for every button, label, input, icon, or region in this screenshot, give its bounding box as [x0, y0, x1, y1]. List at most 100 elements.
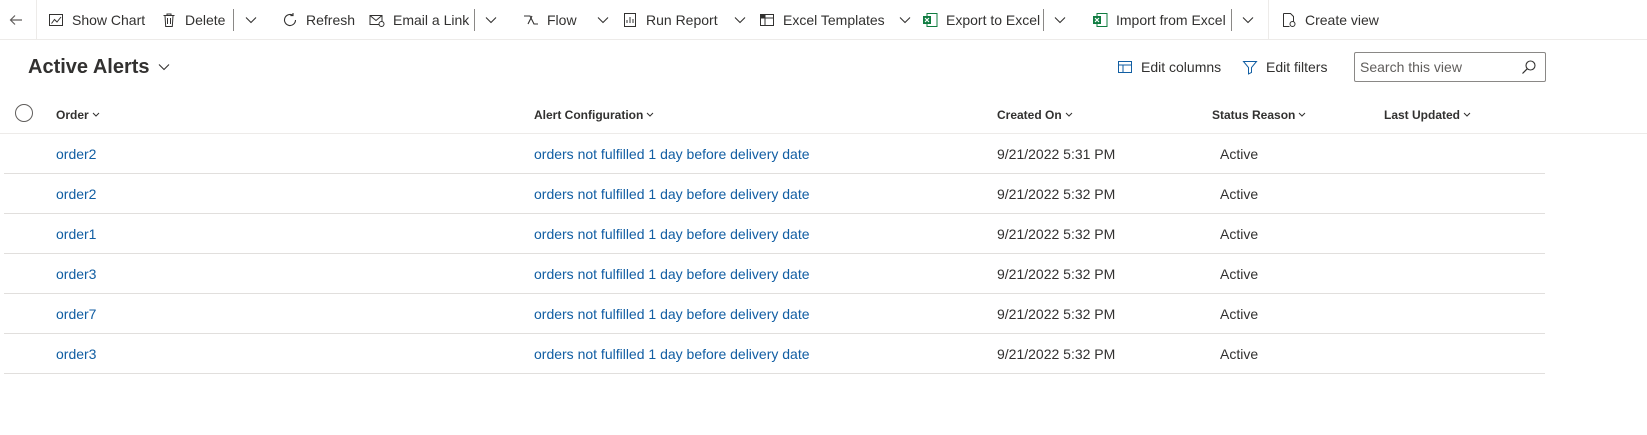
chevron-down-icon [92, 112, 100, 118]
column-header-created-on[interactable]: Created On [997, 96, 1073, 133]
view-selector[interactable]: Active Alerts [28, 54, 170, 80]
created-on-value: 9/21/2022 5:32 PM [997, 226, 1116, 242]
table-row[interactable]: order2 orders not fulfilled 1 day before… [0, 134, 1647, 174]
export-excel-button[interactable]: Export to Excel [922, 0, 1040, 40]
toolbar-divider [1268, 0, 1269, 40]
trash-icon [161, 12, 177, 28]
import-dropdown[interactable] [1240, 0, 1256, 40]
chart-icon [48, 12, 64, 28]
email-link-button[interactable]: Email a Link [369, 0, 469, 40]
email-link-label: Email a Link [393, 12, 470, 28]
created-on-value: 9/21/2022 5:32 PM [997, 266, 1116, 282]
column-label: Order [56, 107, 89, 122]
edit-columns-label: Edit columns [1141, 59, 1222, 75]
chevron-down-icon [1242, 17, 1254, 24]
created-on-value: 9/21/2022 5:32 PM [997, 306, 1116, 322]
toolbar-separator [474, 9, 475, 31]
table-row[interactable]: order1 orders not fulfilled 1 day before… [0, 214, 1647, 254]
back-button[interactable] [8, 0, 32, 40]
toolbar-separator [1043, 9, 1044, 31]
refresh-icon [282, 12, 298, 28]
chevron-down-icon [597, 16, 609, 24]
arrow-left-icon [8, 12, 24, 28]
table-row[interactable]: order3 orders not fulfilled 1 day before… [0, 334, 1647, 374]
chevron-down-icon [646, 112, 654, 118]
create-view-label: Create view [1305, 12, 1379, 28]
created-on-value: 9/21/2022 5:32 PM [997, 346, 1116, 362]
create-view-icon [1281, 12, 1297, 28]
flow-label: Flow [547, 12, 577, 28]
report-icon [622, 12, 638, 28]
column-header-last-updated[interactable]: Last Updated [1384, 96, 1471, 133]
row-divider [4, 373, 1545, 374]
grid-header: Order Alert Configuration Created On Sta… [0, 96, 1647, 134]
chevron-down-icon [158, 63, 170, 71]
excel-template-icon [759, 12, 775, 28]
column-header-alert-configuration[interactable]: Alert Configuration [534, 96, 654, 133]
search-box [1354, 52, 1546, 82]
status-reason-value: Active [1220, 146, 1259, 162]
column-header-status-reason[interactable]: Status Reason [1212, 96, 1306, 133]
alert-configuration-link[interactable]: orders not fulfilled 1 day before delive… [534, 294, 810, 334]
created-on-value: 9/21/2022 5:31 PM [997, 146, 1116, 162]
show-chart-button[interactable]: Show Chart [48, 0, 145, 40]
order-link[interactable]: order3 [56, 254, 96, 294]
import-excel-label: Import from Excel [1116, 12, 1226, 28]
show-chart-label: Show Chart [72, 12, 146, 28]
alert-configuration-link[interactable]: orders not fulfilled 1 day before delive… [534, 214, 810, 254]
chevron-down-icon [899, 16, 911, 24]
table-row[interactable]: order7 orders not fulfilled 1 day before… [0, 294, 1647, 334]
table-row[interactable]: order3 orders not fulfilled 1 day before… [0, 254, 1647, 294]
edit-columns-button[interactable]: Edit columns [1117, 56, 1221, 78]
alert-configuration-link[interactable]: orders not fulfilled 1 day before delive… [534, 254, 810, 294]
edit-filters-button[interactable]: Edit filters [1242, 56, 1327, 78]
column-label: Alert Configuration [534, 107, 644, 122]
toolbar-separator [1231, 9, 1232, 31]
filter-icon [1242, 59, 1258, 75]
toolbar-divider [36, 0, 37, 40]
refresh-label: Refresh [306, 12, 356, 28]
flow-button[interactable]: Flow [523, 0, 609, 40]
run-report-label: Run Report [646, 12, 718, 28]
toolbar-separator [233, 9, 234, 31]
create-view-button[interactable]: Create view [1281, 0, 1379, 40]
export-excel-label: Export to Excel [946, 12, 1041, 28]
more-dropdown[interactable] [243, 0, 259, 40]
order-link[interactable]: order2 [56, 174, 96, 214]
status-reason-value: Active [1220, 226, 1259, 242]
chevron-down-icon [245, 17, 257, 24]
excel-icon [922, 12, 938, 28]
delete-label: Delete [185, 12, 226, 28]
search-icon[interactable] [1521, 59, 1537, 75]
table-row[interactable]: order2 orders not fulfilled 1 day before… [0, 174, 1647, 214]
search-input[interactable] [1355, 53, 1520, 81]
column-label: Created On [997, 107, 1062, 122]
alert-configuration-link[interactable]: orders not fulfilled 1 day before delive… [534, 134, 810, 174]
order-link[interactable]: order2 [56, 134, 96, 174]
column-header-order[interactable]: Order [56, 96, 100, 133]
refresh-button[interactable]: Refresh [282, 0, 355, 40]
alert-configuration-link[interactable]: orders not fulfilled 1 day before delive… [534, 334, 810, 374]
column-label: Status Reason [1212, 107, 1296, 122]
status-reason-value: Active [1220, 346, 1259, 362]
page-title: Active Alerts [28, 55, 150, 78]
chevron-down-icon [1463, 112, 1471, 118]
select-all-checkbox[interactable] [15, 104, 33, 122]
run-report-button[interactable]: Run Report [622, 0, 746, 40]
order-link[interactable]: order3 [56, 334, 96, 374]
email-dropdown[interactable] [483, 0, 499, 40]
order-link[interactable]: order7 [56, 294, 96, 334]
chevron-down-icon [1298, 112, 1306, 118]
import-excel-button[interactable]: Import from Excel [1092, 0, 1226, 40]
delete-button[interactable]: Delete [161, 0, 225, 40]
export-dropdown[interactable] [1052, 0, 1068, 40]
excel-icon [1092, 12, 1108, 28]
excel-templates-button[interactable]: Excel Templates [759, 0, 911, 40]
column-label: Last Updated [1384, 107, 1461, 122]
chevron-down-icon [1054, 17, 1066, 24]
order-link[interactable]: order1 [56, 214, 96, 254]
flow-icon [523, 12, 539, 28]
status-reason-value: Active [1220, 186, 1259, 202]
alert-configuration-link[interactable]: orders not fulfilled 1 day before delive… [534, 174, 810, 214]
excel-templates-label: Excel Templates [783, 12, 885, 28]
